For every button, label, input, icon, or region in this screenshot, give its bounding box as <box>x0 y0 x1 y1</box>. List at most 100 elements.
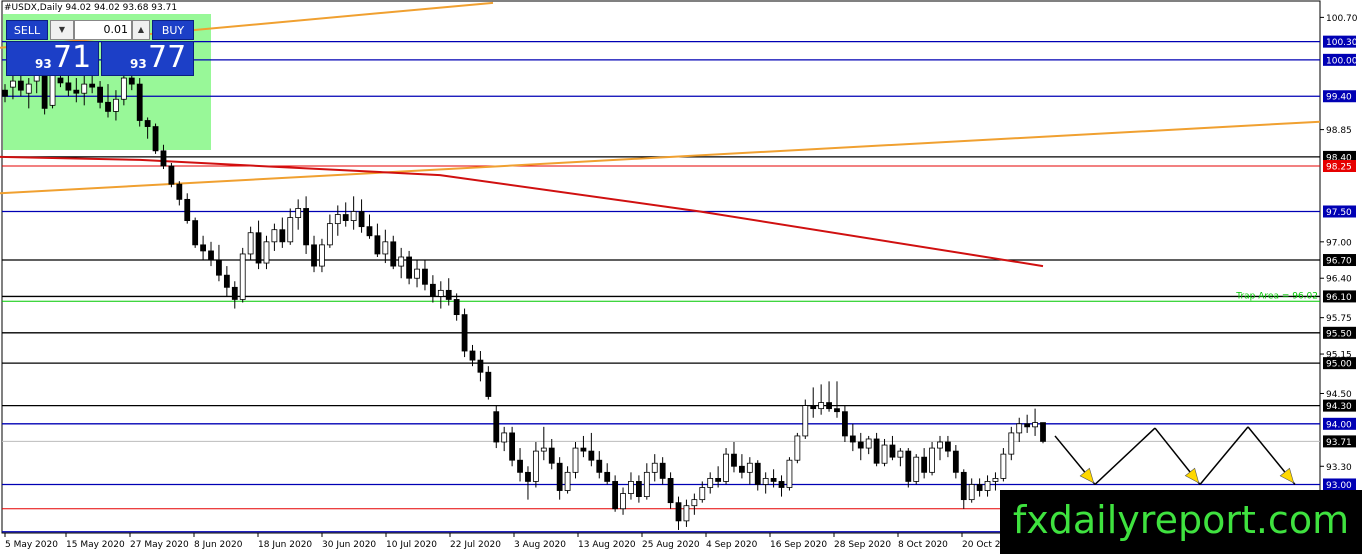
candle-body <box>406 256 413 279</box>
sell-button[interactable]: SELL <box>6 20 48 40</box>
price-tag-label: 94.30 <box>1326 402 1352 412</box>
candle-body <box>311 244 317 267</box>
candle-body <box>976 484 983 491</box>
price-tag-label: 94.00 <box>1326 420 1352 430</box>
candle-body <box>588 450 595 461</box>
candle-body <box>429 283 436 297</box>
price-tag-label: 100.30 <box>1326 38 1358 48</box>
candle-body <box>390 241 397 267</box>
candle-body <box>334 214 341 225</box>
candle-body <box>1000 453 1007 479</box>
candle-body <box>889 444 896 458</box>
x-tick-label: 18 Jun 2020 <box>258 540 312 550</box>
lot-down-icon[interactable]: ▼ <box>50 20 74 40</box>
candle-body <box>453 299 460 316</box>
candle-body <box>802 405 809 437</box>
candle-body <box>762 478 769 485</box>
lot-up-icon[interactable]: ▲ <box>132 20 150 40</box>
candle-body <box>905 450 912 482</box>
candle-body <box>73 89 80 94</box>
candle-body <box>881 444 888 464</box>
candle-body <box>580 447 587 452</box>
candle-body <box>509 432 516 461</box>
candle-body <box>651 462 658 473</box>
price-chart[interactable]: Trap Area = 96.02 100.70 98.85 97.00 96.40 9… <box>0 0 1362 554</box>
y-tick-label: 98.85 <box>1326 126 1352 136</box>
candle-body <box>667 478 674 504</box>
candle-body <box>382 241 389 255</box>
candle-body <box>136 83 143 121</box>
candle-body <box>200 244 206 252</box>
candle-body <box>57 77 64 84</box>
candle-body <box>699 487 706 501</box>
candle-body <box>144 120 151 127</box>
candle-body <box>540 447 547 452</box>
candle-body <box>303 208 309 246</box>
price-tag-label: 100.00 <box>1326 56 1358 66</box>
candle-body <box>532 450 539 482</box>
candle-body <box>168 165 175 185</box>
candle-body <box>97 86 103 103</box>
y-tick-label: 97.00 <box>1326 238 1352 248</box>
candle-body <box>754 462 761 485</box>
candle-body <box>398 256 405 267</box>
buy-button[interactable]: BUY <box>152 20 194 40</box>
candle-body <box>223 274 230 288</box>
ask-price-small: 93 <box>130 57 147 71</box>
candle-body <box>596 459 603 473</box>
candle-body <box>612 481 619 510</box>
candle-body <box>113 98 119 112</box>
candle-body <box>865 438 872 449</box>
candle-body <box>746 462 753 473</box>
candle-body <box>818 402 825 410</box>
lot-size-input[interactable]: 0.01 <box>74 20 132 40</box>
candle-body <box>707 478 714 488</box>
y-tick-label: 94.50 <box>1326 390 1352 400</box>
candle-body <box>659 462 666 479</box>
candle-body <box>564 471 571 491</box>
ask-price-button[interactable]: 93 77 <box>101 40 194 76</box>
candle-body <box>422 268 428 285</box>
candle-body <box>778 481 785 488</box>
candle-body <box>295 208 302 218</box>
candle-body <box>271 229 278 243</box>
candle-body <box>739 465 745 473</box>
candle-body <box>184 198 191 221</box>
candle-body <box>17 80 24 91</box>
candle-body <box>620 493 626 510</box>
one-click-trade-panel[interactable]: SELL ▼ 0.01 ▲ BUY 93 71 93 77 <box>6 20 194 76</box>
candle-body <box>628 481 634 494</box>
price-tag-label: 98.25 <box>1326 162 1352 172</box>
candle-body <box>1008 432 1015 455</box>
x-tick-label: 28 Sep 2020 <box>834 540 891 550</box>
x-tick-label: 30 Jun 2020 <box>322 540 376 550</box>
candle-body <box>105 101 111 112</box>
candle-body <box>842 411 848 437</box>
candle-body <box>25 83 32 94</box>
price-tag-label: 95.00 <box>1326 360 1352 370</box>
price-tag-label: 95.50 <box>1326 329 1352 339</box>
candle-body <box>691 499 698 507</box>
candle-body <box>525 471 531 482</box>
candle-body <box>517 459 523 473</box>
candle-body <box>279 229 286 243</box>
candle-body <box>929 447 935 473</box>
candle-body <box>152 126 159 152</box>
candle-body <box>128 77 135 85</box>
candle-body <box>208 250 214 261</box>
x-tick-label: 13 Aug 2020 <box>578 540 636 550</box>
ask-price-big: 77 <box>148 40 187 75</box>
bid-price-button[interactable]: 93 71 <box>6 40 99 76</box>
candle-body <box>992 478 999 482</box>
candle-body <box>342 214 349 221</box>
x-tick-label: 15 May 2020 <box>66 540 125 550</box>
trap-area-label: Trap Area = 96.02 <box>1235 291 1318 301</box>
y-tick-label: 100.70 <box>1326 14 1358 24</box>
x-tick-label: 5 May 2020 <box>5 540 58 550</box>
candle-body <box>2 89 8 97</box>
candle-body <box>255 232 262 264</box>
candle-body <box>548 447 555 464</box>
candle-body <box>263 241 270 264</box>
candle-body <box>715 478 722 482</box>
bid-price-big: 71 <box>53 40 92 75</box>
